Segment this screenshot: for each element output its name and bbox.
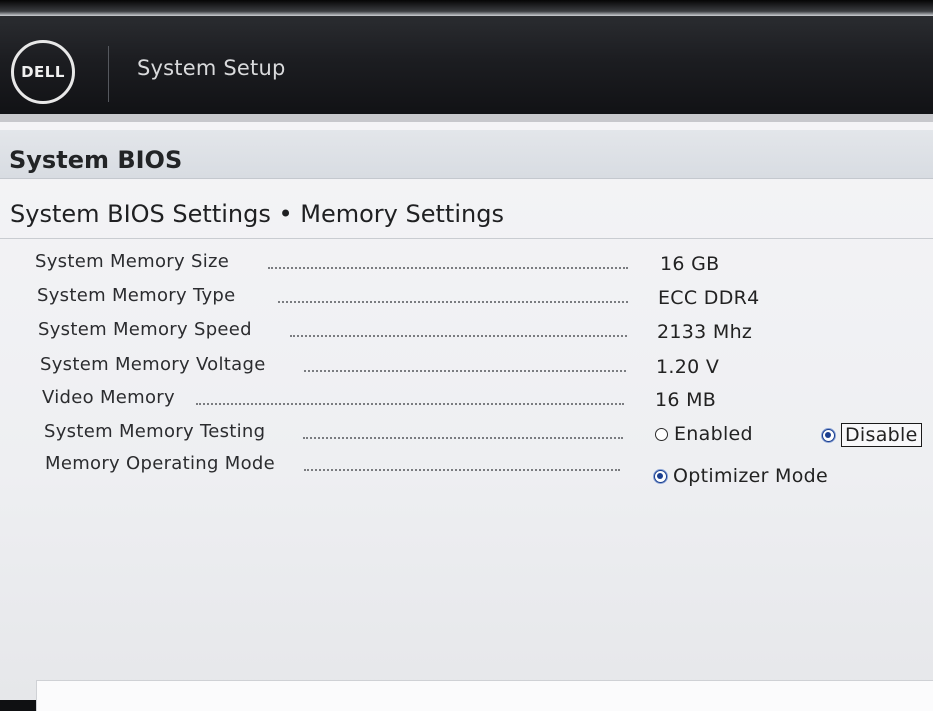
dot-leader (290, 335, 627, 337)
setting-row-video-memory: Video Memory 16 MB (0, 387, 933, 417)
setting-label: Video Memory (42, 387, 175, 408)
setting-label: Memory Operating Mode (45, 453, 275, 474)
dot-leader (196, 403, 624, 405)
dell-logo: DELL (11, 40, 75, 104)
setting-value: 16 MB (655, 389, 717, 411)
main-panel: System BIOS System BIOS Settings • Memor… (0, 114, 933, 711)
radio-on-icon (822, 428, 835, 442)
help-box (36, 680, 933, 711)
dot-leader (268, 267, 628, 269)
setting-value: 16 GB (660, 253, 720, 275)
radio-optimizer-mode[interactable]: Optimizer Mode (654, 465, 828, 487)
setting-row-memory-type: System Memory Type ECC DDR4 (0, 285, 933, 315)
radio-label: Disable (841, 423, 922, 447)
setting-value: 1.20 V (656, 356, 720, 378)
header-divider (108, 46, 109, 102)
radio-label: Enabled (674, 423, 753, 445)
radio-on-icon (654, 469, 667, 483)
dot-leader (304, 370, 626, 372)
setup-header: DELL System Setup (0, 16, 933, 114)
radio-label: Optimizer Mode (673, 465, 829, 487)
setting-row-memory-speed: System Memory Speed 2133 Mhz (0, 319, 933, 349)
setting-label: System Memory Testing (44, 421, 266, 442)
setting-label: System Memory Size (35, 251, 230, 272)
bios-title-bar: System BIOS (0, 130, 933, 179)
setting-row-memory-voltage: System Memory Voltage 1.20 V (0, 354, 933, 384)
radio-disable[interactable]: Disable (822, 423, 922, 447)
dell-logo-text: DELL (21, 63, 65, 81)
setting-row-operating-mode: Memory Operating Mode Optimizer Mode (0, 453, 933, 487)
dot-leader (304, 469, 620, 471)
section-divider (0, 238, 933, 239)
dot-leader (278, 301, 628, 303)
section-title: System BIOS Settings • Memory Settings (10, 200, 504, 228)
radio-off-icon (655, 427, 668, 441)
setting-label: System Memory Voltage (40, 354, 266, 375)
setting-row-memory-size: System Memory Size 16 GB (0, 251, 933, 281)
setting-value: ECC DDR4 (658, 287, 760, 309)
setting-value: 2133 Mhz (657, 321, 753, 343)
setting-label: System Memory Speed (38, 319, 252, 340)
dot-leader (303, 437, 623, 439)
header-title: System Setup (137, 56, 286, 80)
setting-label: System Memory Type (37, 285, 236, 306)
setting-row-memory-testing: System Memory Testing Enabled Disable (0, 421, 933, 451)
screen-bezel (0, 0, 933, 16)
page-title: System BIOS (9, 146, 183, 174)
radio-enabled[interactable]: Enabled (655, 423, 753, 445)
